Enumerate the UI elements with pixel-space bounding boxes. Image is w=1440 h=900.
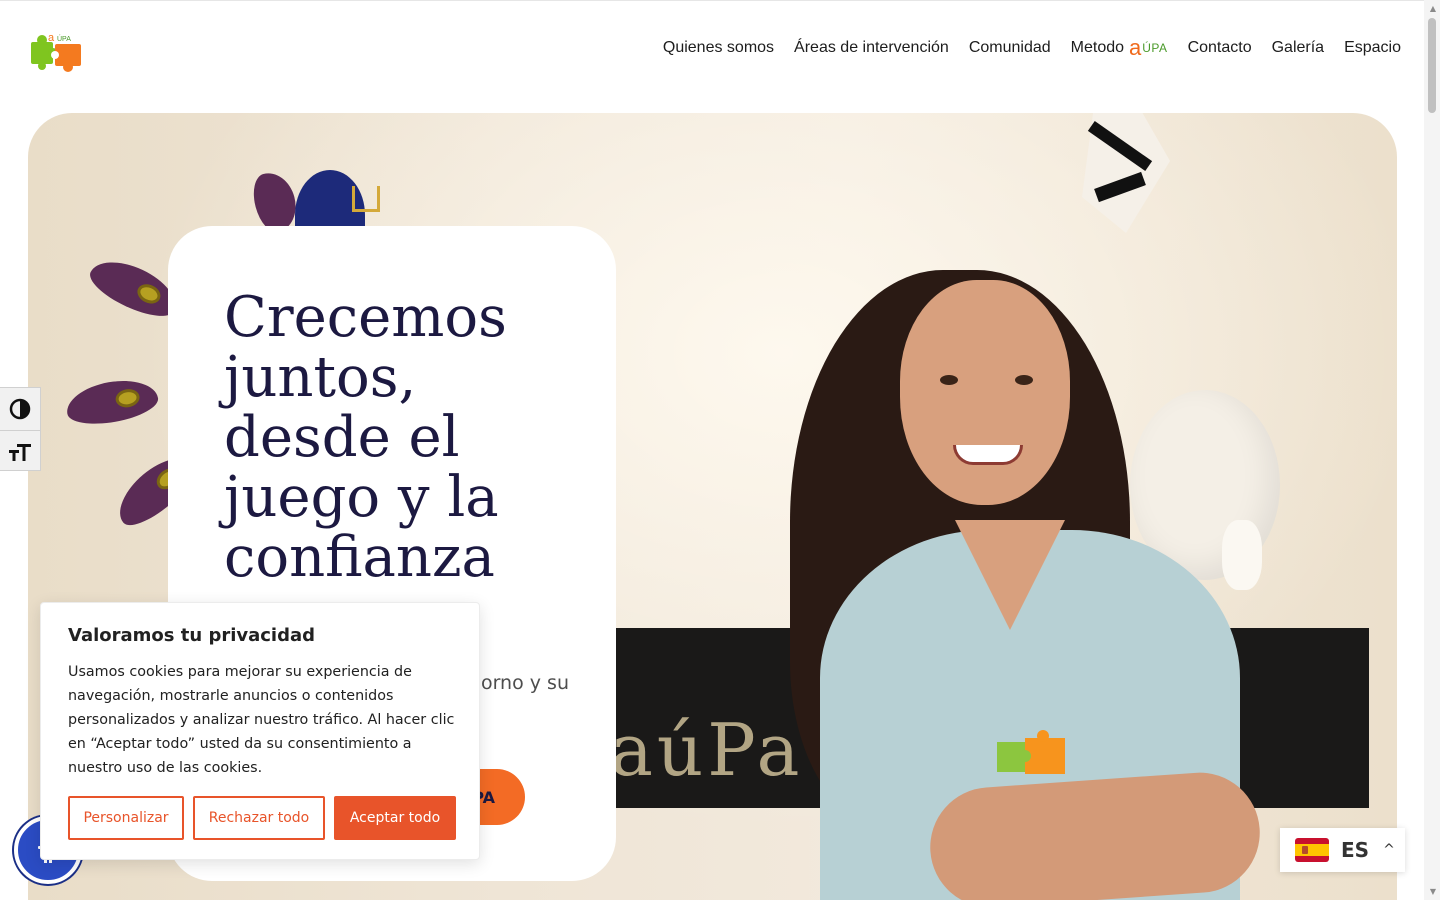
leaf-eye [114, 387, 141, 410]
contrast-toggle-button[interactable] [0, 388, 40, 430]
cookie-actions: Personalizar Rechazar todo Aceptar todo [68, 796, 456, 840]
nav-label: Metodo [1070, 39, 1125, 56]
nav-galeria[interactable]: Galería [1272, 39, 1324, 57]
nav-areas-intervencion[interactable]: Áreas de intervención [794, 39, 949, 57]
nav-label: Contacto [1187, 39, 1252, 56]
language-switcher[interactable]: ES ^ [1280, 828, 1405, 872]
accept-all-button[interactable]: Aceptar todo [334, 796, 456, 840]
nav-contacto[interactable]: Contacto [1188, 39, 1252, 57]
brand-upa-mark: ÚPA [1142, 41, 1168, 55]
scrollbar-thumb[interactable] [1428, 18, 1436, 113]
nav-label: Espacio [1344, 39, 1401, 56]
therapist-face [900, 280, 1070, 505]
svg-text:ÚPA: ÚPA [57, 34, 71, 43]
svg-text:a: a [48, 32, 55, 44]
cookie-description: Usamos cookies para mejorar su experienc… [68, 664, 455, 776]
scroll-down-arrow-icon[interactable]: ▼ [1430, 887, 1436, 896]
page-scrollbar[interactable]: ▲ ▼ [1424, 0, 1440, 900]
nav-label: Galería [1271, 39, 1325, 56]
bird-crown-decoration [352, 186, 380, 212]
brand-a-mark: a [1129, 35, 1142, 60]
lion-snout [1222, 520, 1262, 590]
therapist-eye [1015, 375, 1033, 385]
reject-all-button[interactable]: Rechazar todo [193, 796, 325, 840]
customize-cookies-button[interactable]: Personalizar [68, 796, 184, 840]
spain-flag-icon [1295, 838, 1329, 862]
language-code: ES [1341, 838, 1370, 862]
nav-label: Comunidad [968, 39, 1051, 56]
therapist-eye [940, 375, 958, 385]
hero-title: Crecemos juntos, desde el juego y la con… [224, 285, 507, 590]
therapist-smile [953, 445, 1023, 465]
scroll-up-arrow-icon[interactable]: ▲ [1430, 4, 1436, 13]
chalk-lettering: aúPa [610, 708, 804, 792]
aupa-logo[interactable]: a ÚPA [29, 30, 85, 74]
cookie-title: Valoramos tu privacidad [68, 625, 316, 646]
site-header: a ÚPA Quienes somos Áreas de intervenció… [0, 0, 1440, 113]
accessibility-toolbar [0, 387, 41, 471]
contrast-icon [9, 398, 31, 420]
chevron-up-icon: ^ [1383, 842, 1395, 858]
therapist-neckline [955, 520, 1065, 630]
puzzle-logo-badge [997, 730, 1065, 774]
nav-label: Áreas de intervención [794, 39, 949, 56]
main-nav: Quienes somos Áreas de intervención Comu… [663, 37, 1401, 59]
nav-espacio[interactable]: Espacio [1344, 39, 1401, 57]
font-size-icon [9, 443, 31, 461]
therapist-arms [926, 768, 1264, 900]
nav-comunidad[interactable]: Comunidad [969, 39, 1051, 57]
nav-metodo-aupa[interactable]: Metodo a ÚPA [1071, 37, 1168, 59]
nav-quienes-somos[interactable]: Quienes somos [663, 39, 774, 57]
nav-label: Quienes somos [662, 39, 775, 56]
cookie-consent-banner: Valoramos tu privacidad Usamos cookies p… [40, 602, 480, 860]
font-size-toggle-button[interactable] [0, 430, 40, 472]
leaf-eye [134, 280, 164, 308]
